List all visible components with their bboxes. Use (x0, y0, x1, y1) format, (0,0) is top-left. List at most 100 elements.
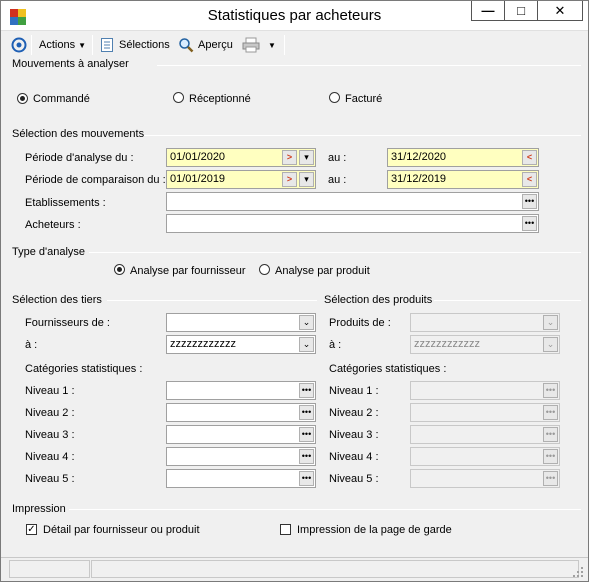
acheteurs-field[interactable]: ••• (166, 214, 539, 233)
periode-comparaison-from-field[interactable]: 01/01/2019 > ▾ (166, 170, 316, 189)
calendar-button[interactable]: < (522, 172, 537, 187)
produits-niveau-3-field: ••• (410, 425, 560, 444)
date-dropdown-button[interactable]: ▾ (299, 150, 314, 165)
periode-analyse-to-field[interactable]: 31/12/2020 < (387, 148, 539, 167)
periode-analyse-from-field[interactable]: 01/01/2020 > ▾ (166, 148, 316, 167)
ellipsis-button[interactable]: ••• (299, 427, 314, 442)
lookup-dropdown-button: ⌄ (543, 315, 558, 330)
radio-analyse-produit[interactable] (259, 264, 270, 275)
page-garde-checkbox-label[interactable]: Impression de la page de garde (297, 524, 452, 536)
produits-a-value: zzzzzzzzzzzz (414, 338, 480, 350)
printer-icon (242, 37, 260, 53)
radio-receptionne[interactable] (173, 92, 184, 103)
detail-checkbox-label[interactable]: Détail par fournisseur ou produit (43, 524, 200, 536)
radio-facture-label[interactable]: Facturé (345, 93, 382, 105)
detail-checkbox[interactable]: ✓ (26, 524, 37, 535)
calendar-forward-icon: > (286, 174, 293, 184)
target-button[interactable] (11, 36, 27, 54)
type-analyse-title: Type d'analyse (12, 246, 86, 258)
status-cell (9, 560, 90, 578)
fournisseurs-a-field[interactable]: zzzzzzzzzzzz ⌄ (166, 335, 316, 354)
chevron-down-icon: ▾ (304, 174, 309, 184)
toolbar-separator (284, 35, 285, 55)
maximize-icon: □ (517, 3, 525, 18)
ellipsis-icon: ••• (301, 385, 312, 395)
ellipsis-icon: ••• (524, 196, 535, 206)
tiers-niveau-4-field[interactable]: ••• (166, 447, 316, 466)
radio-analyse-fournisseur[interactable] (114, 264, 125, 275)
ellipsis-icon: ••• (301, 451, 312, 461)
selections-button[interactable]: Sélections (100, 36, 170, 54)
tiers-niveau-2-field[interactable]: ••• (166, 403, 316, 422)
lookup-dropdown-button[interactable]: ⌄ (299, 315, 314, 330)
ellipsis-icon: ••• (301, 407, 312, 417)
lookup-dropdown-button[interactable]: ⌄ (299, 337, 314, 352)
title-bar: Statistiques par acheteurs — □ ✕ (1, 1, 588, 31)
double-chevron-down-icon: ⌄ (546, 317, 555, 327)
tiers-niveau-3-field[interactable]: ••• (166, 425, 316, 444)
magnifier-icon (179, 38, 194, 53)
calendar-button[interactable]: > (282, 150, 297, 165)
selection-produits-title: Sélection des produits (324, 294, 433, 306)
close-button[interactable]: ✕ (537, 1, 583, 21)
lookup-dropdown-button: ⌄ (543, 337, 558, 352)
maximize-button[interactable]: □ (504, 1, 538, 21)
radio-analyse-produit-label[interactable]: Analyse par produit (275, 265, 370, 277)
dropdown-arrow-icon: ▼ (78, 40, 86, 50)
produits-niveau-2-label: Niveau 2 : (329, 407, 379, 419)
produits-niveau-4-label: Niveau 4 : (329, 451, 379, 463)
radio-receptionne-label[interactable]: Réceptionné (189, 93, 251, 105)
section-divider (107, 300, 317, 301)
double-chevron-down-icon: ⌄ (546, 339, 555, 349)
print-button[interactable]: ▼ (242, 36, 276, 54)
radio-commande-label[interactable]: Commandé (33, 93, 90, 105)
periode-comparaison-label: Période de comparaison du : (25, 174, 166, 186)
tiers-categories-label: Catégories statistiques : (25, 363, 143, 375)
calendar-back-icon: < (526, 174, 533, 184)
radio-analyse-fournisseur-label[interactable]: Analyse par fournisseur (130, 265, 246, 277)
produits-niveau-4-field: ••• (410, 447, 560, 466)
ellipsis-icon: ••• (524, 218, 535, 228)
produits-de-label: Produits de : (329, 317, 391, 329)
minimize-icon: — (481, 3, 495, 18)
calendar-button[interactable]: < (522, 150, 537, 165)
ellipsis-icon: ••• (545, 473, 556, 483)
radio-commande[interactable] (17, 93, 28, 104)
radio-facture[interactable] (329, 92, 340, 103)
actions-label: Actions (39, 39, 76, 51)
selection-mouvements-title: Sélection des mouvements (12, 128, 145, 140)
ellipsis-button: ••• (543, 427, 558, 442)
close-icon: ✕ (554, 2, 566, 18)
ellipsis-icon: ••• (545, 429, 556, 439)
status-cell (91, 560, 579, 578)
produits-niveau-1-label: Niveau 1 : (329, 385, 379, 397)
etablissements-field[interactable]: ••• (166, 192, 539, 211)
periode-analyse-label: Période d'analyse du : (25, 152, 134, 164)
double-chevron-down-icon: ⌄ (302, 317, 311, 327)
produits-de-field: ⌄ (410, 313, 560, 332)
selections-label: Sélections (119, 39, 170, 51)
double-chevron-down-icon: ⌄ (302, 339, 311, 349)
document-icon (101, 38, 113, 52)
ellipsis-button[interactable]: ••• (522, 216, 537, 231)
calendar-button[interactable]: > (282, 172, 297, 187)
ellipsis-button[interactable]: ••• (299, 449, 314, 464)
tiers-niveau-1-field[interactable]: ••• (166, 381, 316, 400)
resize-grip-icon[interactable] (572, 566, 584, 578)
tiers-niveau-5-field[interactable]: ••• (166, 469, 316, 488)
tiers-niveau-2-label: Niveau 2 : (25, 407, 75, 419)
minimize-button[interactable]: — (471, 1, 505, 21)
ellipsis-button[interactable]: ••• (299, 405, 314, 420)
date-dropdown-button[interactable]: ▾ (299, 172, 314, 187)
page-garde-checkbox[interactable] (280, 524, 291, 535)
ellipsis-button[interactable]: ••• (299, 471, 314, 486)
fournisseurs-de-field[interactable]: ⌄ (166, 313, 316, 332)
ellipsis-button[interactable]: ••• (299, 383, 314, 398)
actions-menu-button[interactable]: Actions ▼ (39, 36, 86, 54)
print-dropdown-arrow-icon[interactable]: ▼ (268, 41, 276, 50)
tiers-a-label: à : (25, 339, 38, 351)
apercu-button[interactable]: Aperçu (178, 36, 233, 54)
fournisseurs-a-value: zzzzzzzzzzzz (170, 338, 236, 350)
ellipsis-button[interactable]: ••• (522, 194, 537, 209)
periode-comparaison-to-field[interactable]: 31/12/2019 < (387, 170, 539, 189)
